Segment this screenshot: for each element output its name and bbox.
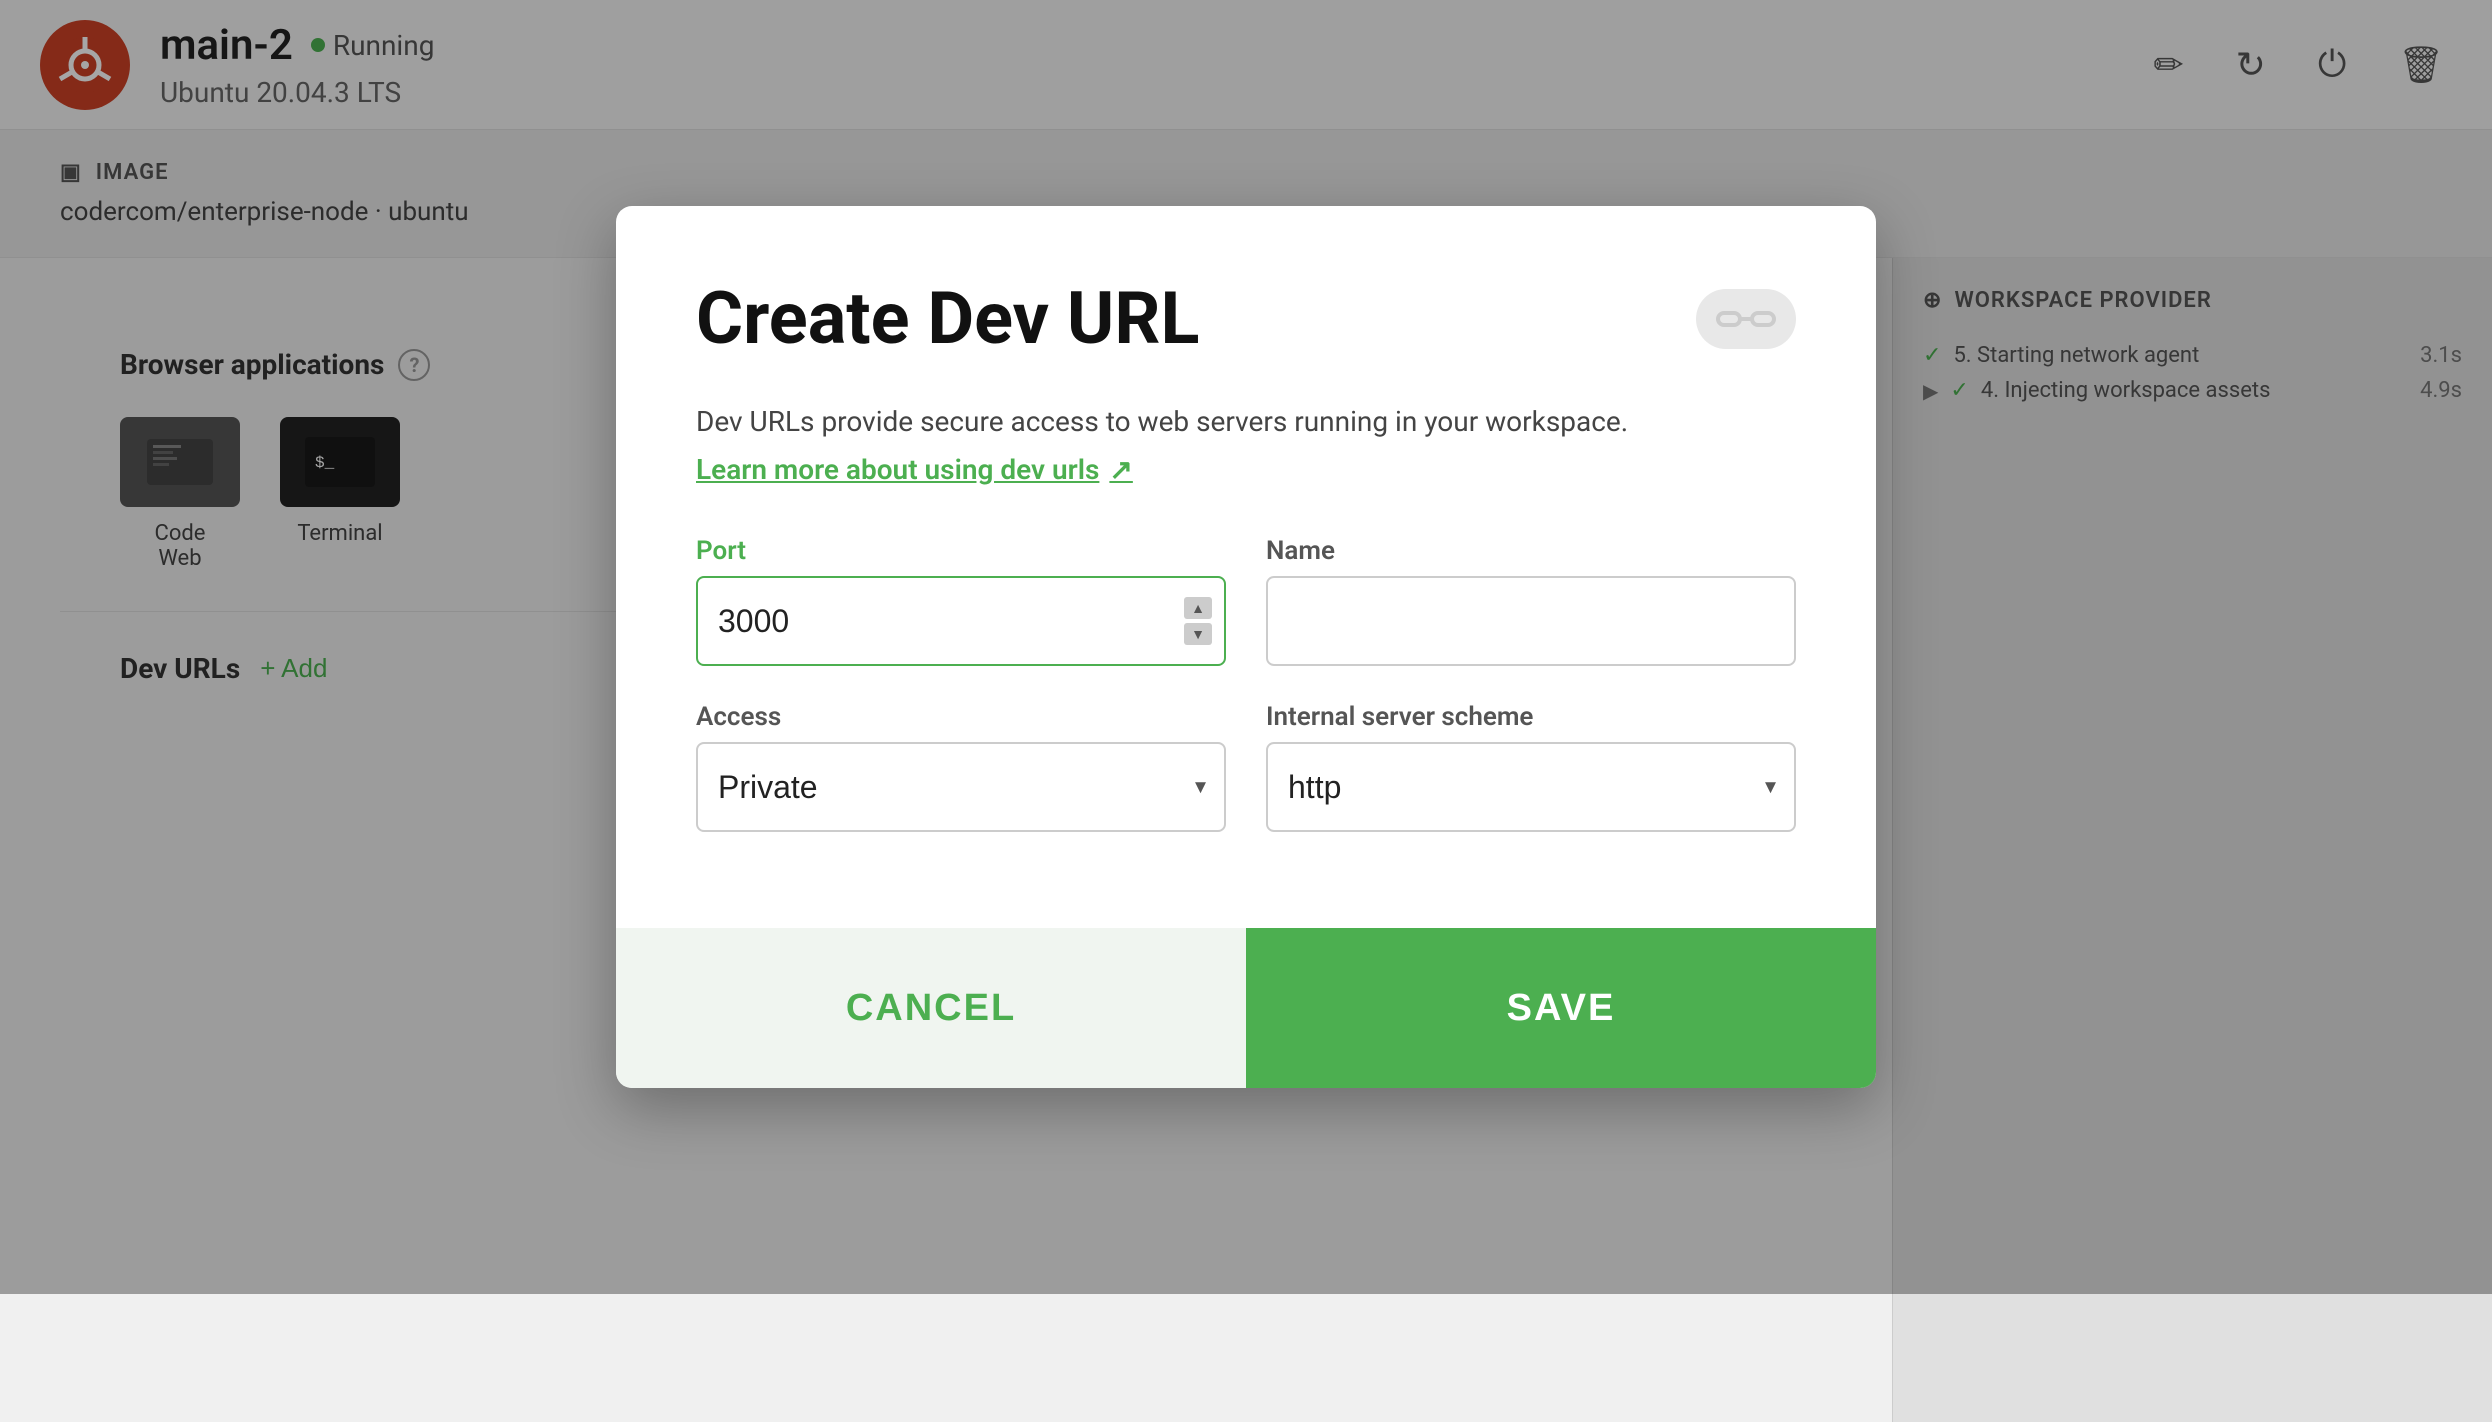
port-label: Port xyxy=(696,536,1226,566)
access-select-wrapper: Private Public (Authenticated) Public (U… xyxy=(696,742,1226,832)
scheme-label: Internal server scheme xyxy=(1266,702,1796,732)
cancel-button[interactable]: CANCEL xyxy=(616,928,1246,1088)
access-label: Access xyxy=(696,702,1226,732)
dialog-description: Dev URLs provide secure access to web se… xyxy=(696,401,1796,443)
learn-more-link[interactable]: Learn more about using dev urls ↗ xyxy=(696,453,1796,486)
port-spinners: ▲ ▼ xyxy=(1184,597,1212,645)
port-input[interactable] xyxy=(696,576,1226,666)
scheme-select-wrapper: http https ▾ xyxy=(1266,742,1796,832)
port-input-wrapper: ▲ ▼ xyxy=(696,576,1226,666)
save-button[interactable]: SAVE xyxy=(1246,928,1876,1088)
port-increment-button[interactable]: ▲ xyxy=(1184,597,1212,619)
link-icon xyxy=(1696,289,1796,349)
access-select[interactable]: Private Public (Authenticated) Public (U… xyxy=(696,742,1226,832)
create-dev-url-dialog: Create Dev URL Dev URLs provide secure a… xyxy=(616,206,1876,1088)
form-group-scheme: Internal server scheme http https ▾ xyxy=(1266,702,1796,832)
port-decrement-button[interactable]: ▼ xyxy=(1184,623,1212,645)
form-row-access-scheme: Access Private Public (Authenticated) Pu… xyxy=(696,702,1796,832)
scheme-select[interactable]: http https xyxy=(1266,742,1796,832)
external-link-icon: ↗ xyxy=(1109,453,1132,486)
form-group-name: Name xyxy=(1266,536,1796,666)
form-group-access: Access Private Public (Authenticated) Pu… xyxy=(696,702,1226,832)
dialog-body: Create Dev URL Dev URLs provide secure a… xyxy=(616,206,1876,928)
form-row-port-name: Port ▲ ▼ Name xyxy=(696,536,1796,666)
dialog-title: Create Dev URL xyxy=(696,276,1199,361)
dialog-title-row: Create Dev URL xyxy=(696,276,1796,361)
dialog-footer: CANCEL SAVE xyxy=(616,928,1876,1088)
name-input[interactable] xyxy=(1266,576,1796,666)
form-group-port: Port ▲ ▼ xyxy=(696,536,1226,666)
modal-overlay[interactable]: Create Dev URL Dev URLs provide secure a… xyxy=(0,0,2492,1294)
name-label: Name xyxy=(1266,536,1796,566)
